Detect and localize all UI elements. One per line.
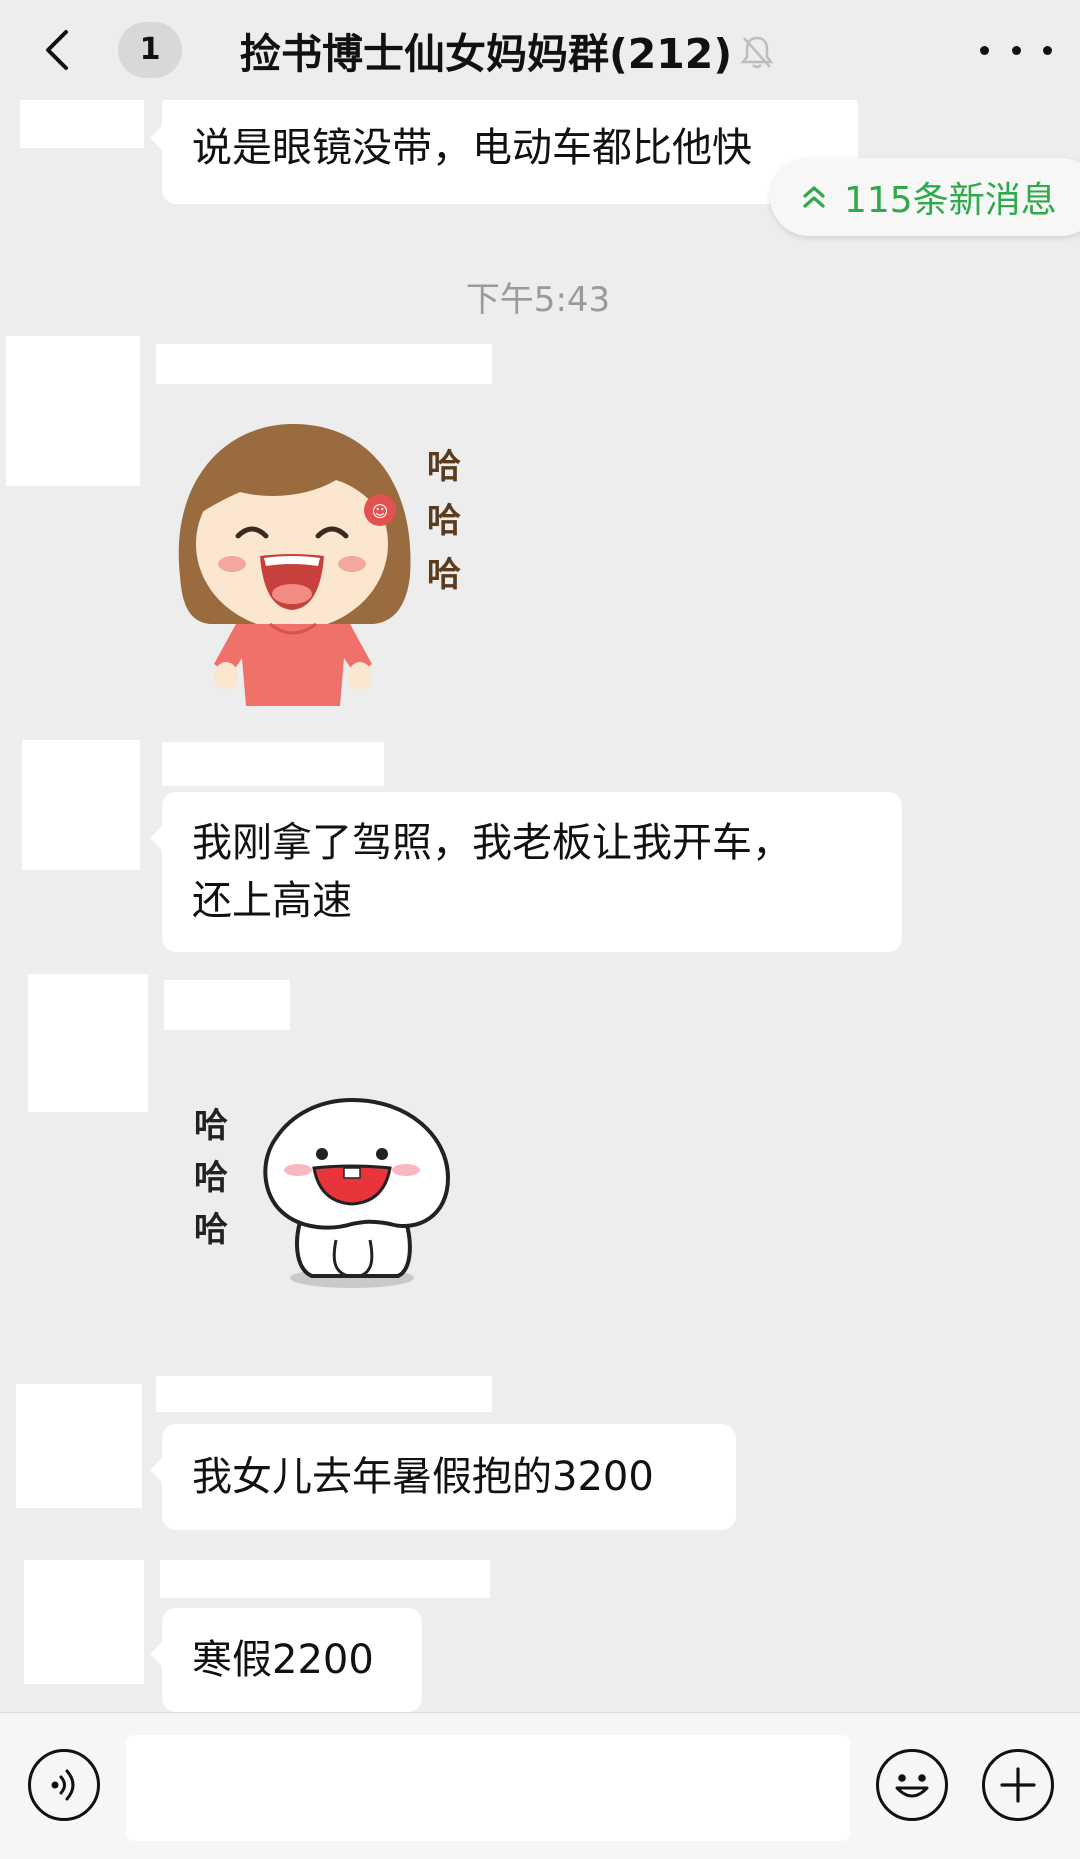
sticker-text: 哈 xyxy=(427,501,461,541)
message-bubble[interactable]: 我女儿去年暑假抱的3200 xyxy=(150,1424,736,1530)
message-bubble[interactable]: 我刚拿了驾照，我老板让我开车， 还上高速 xyxy=(150,792,902,952)
message-text-line: 还上高速 xyxy=(192,878,352,924)
message-text-line: 我刚拿了驾照，我老板让我开车， xyxy=(192,820,792,866)
sticker-caption: 哈 哈 哈 xyxy=(186,1100,236,1256)
voice-button[interactable] xyxy=(28,1749,100,1821)
avatar[interactable] xyxy=(16,1384,142,1508)
group-title: 捡书博士仙女妈妈群(212) xyxy=(240,30,733,78)
unread-count-badge: 1 xyxy=(118,22,182,78)
new-messages-button[interactable]: 115条新消息 xyxy=(770,158,1080,236)
more-icon-dot xyxy=(1043,45,1052,55)
sticker-text: 哈 xyxy=(427,447,461,487)
chat-header: 1 捡书博士仙女妈妈群(212) xyxy=(0,0,1080,100)
back-button[interactable]: 1 xyxy=(36,20,196,80)
message-text: 我女儿去年暑假抱的3200 xyxy=(192,1454,654,1500)
emoji-button[interactable] xyxy=(876,1749,948,1821)
message-input[interactable] xyxy=(126,1735,850,1841)
sticker-text: 哈 xyxy=(194,1158,228,1198)
message-text: 说是眼镜没带，电动车都比他快 xyxy=(192,125,752,171)
laughing-blob-sticker[interactable]: 哈 哈 哈 xyxy=(186,1097,476,1310)
title-area: 捡书博士仙女妈妈群(212) xyxy=(240,22,860,78)
laughing-girl-sticker[interactable]: ☺ 哈 哈 哈 xyxy=(160,396,480,706)
sticker-text: 哈 xyxy=(194,1106,228,1146)
plus-icon xyxy=(1000,1767,1036,1803)
more-options-button[interactable] xyxy=(980,30,1052,70)
emoji-icon xyxy=(895,1774,929,1798)
chat-area[interactable]: 说是眼镜没带，电动车都比他快 下午5:43 ☺ 哈 哈 哈 我刚拿了驾照，我老板… xyxy=(0,100,1080,1712)
more-icon-dot xyxy=(1011,45,1021,55)
sender-name xyxy=(160,1560,490,1598)
avatar[interactable] xyxy=(24,1560,144,1684)
new-messages-label: 115条新消息 xyxy=(844,180,1057,221)
chevron-left-icon xyxy=(46,30,68,70)
avatar[interactable] xyxy=(22,740,140,870)
double-chevron-up-icon xyxy=(803,186,825,208)
sender-name xyxy=(162,742,384,786)
plus-button[interactable] xyxy=(982,1749,1054,1821)
more-icon xyxy=(980,45,989,55)
message-text: 寒假2200 xyxy=(192,1637,374,1683)
avatar[interactable] xyxy=(6,336,140,486)
avatar[interactable] xyxy=(28,974,148,1112)
sender-name xyxy=(156,1376,492,1412)
sticker-text: 哈 xyxy=(194,1210,228,1250)
message-bubble[interactable]: 寒假2200 xyxy=(150,1608,422,1712)
input-bar xyxy=(0,1712,1080,1859)
sticker-caption: 哈 哈 哈 xyxy=(422,440,466,602)
sticker-text: 哈 xyxy=(427,555,461,595)
time-divider: 下午5:43 xyxy=(465,280,611,320)
voice-icon xyxy=(51,1769,75,1801)
sender-name xyxy=(164,980,290,1030)
message-bubble[interactable]: 说是眼镜没带，电动车都比他快 xyxy=(150,100,858,204)
avatar[interactable] xyxy=(20,100,144,148)
svg-text:☺: ☺ xyxy=(372,502,389,521)
sender-name xyxy=(156,344,492,384)
bell-mute-icon xyxy=(740,36,774,69)
